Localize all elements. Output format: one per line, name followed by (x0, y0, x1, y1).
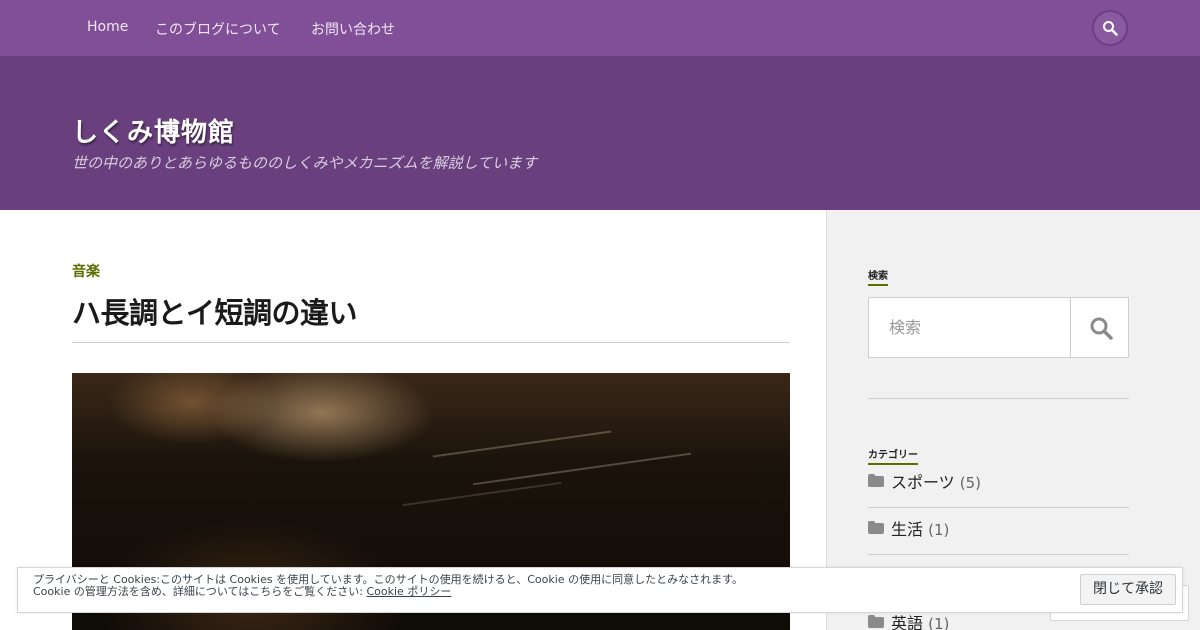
category-label: 生活 (1) (891, 520, 950, 539)
cookie-consent-banner: プライバシーと Cookies:このサイトは Cookies を使用しています。… (17, 567, 1183, 613)
nav-item-home[interactable]: Home (87, 19, 128, 35)
cookie-message: プライバシーと Cookies:このサイトは Cookies を使用しています。… (33, 574, 743, 598)
category-item-life[interactable]: 生活 (1) (868, 508, 1129, 555)
search-icon (1103, 21, 1118, 36)
cookie-policy-link[interactable]: Cookie ポリシー (366, 585, 451, 598)
title-divider (72, 342, 790, 343)
sidebar-search-form (868, 297, 1129, 358)
cookie-message-line2: Cookie の管理方法を含め、詳細についてはこちらをご覧ください: (33, 585, 367, 598)
category-item-sports[interactable]: スポーツ (5) (868, 461, 1129, 508)
nav-item-contact[interactable]: お問い合わせ (311, 19, 395, 39)
sidebar-divider (868, 398, 1129, 399)
search-submit-button[interactable] (1070, 298, 1128, 357)
folder-icon (868, 521, 884, 534)
search-input[interactable] (869, 298, 1070, 357)
search-widget-title: 検索 (868, 267, 888, 286)
nav-search-button[interactable] (1092, 10, 1128, 46)
folder-icon (868, 615, 884, 628)
cookie-accept-button[interactable]: 閉じて承認 (1080, 574, 1176, 605)
site-header: しくみ博物館 世の中のありとあらゆるもののしくみやメカニズムを解説しています (0, 56, 1200, 210)
top-navigation: Home このブログについて お問い合わせ (0, 0, 1200, 56)
category-label: 英語 (1) (891, 614, 950, 630)
folder-icon (868, 474, 884, 487)
site-title[interactable]: しくみ博物館 (72, 112, 235, 149)
search-icon (1090, 317, 1113, 340)
site-description: 世の中のありとあらゆるもののしくみやメカニズムを解説しています (72, 154, 538, 172)
category-label: スポーツ (5) (891, 473, 982, 492)
nav-item-about[interactable]: このブログについて (155, 19, 281, 39)
post-category-link[interactable]: 音楽 (72, 261, 100, 281)
post-title: ハ長調とイ短調の違い (72, 296, 358, 330)
